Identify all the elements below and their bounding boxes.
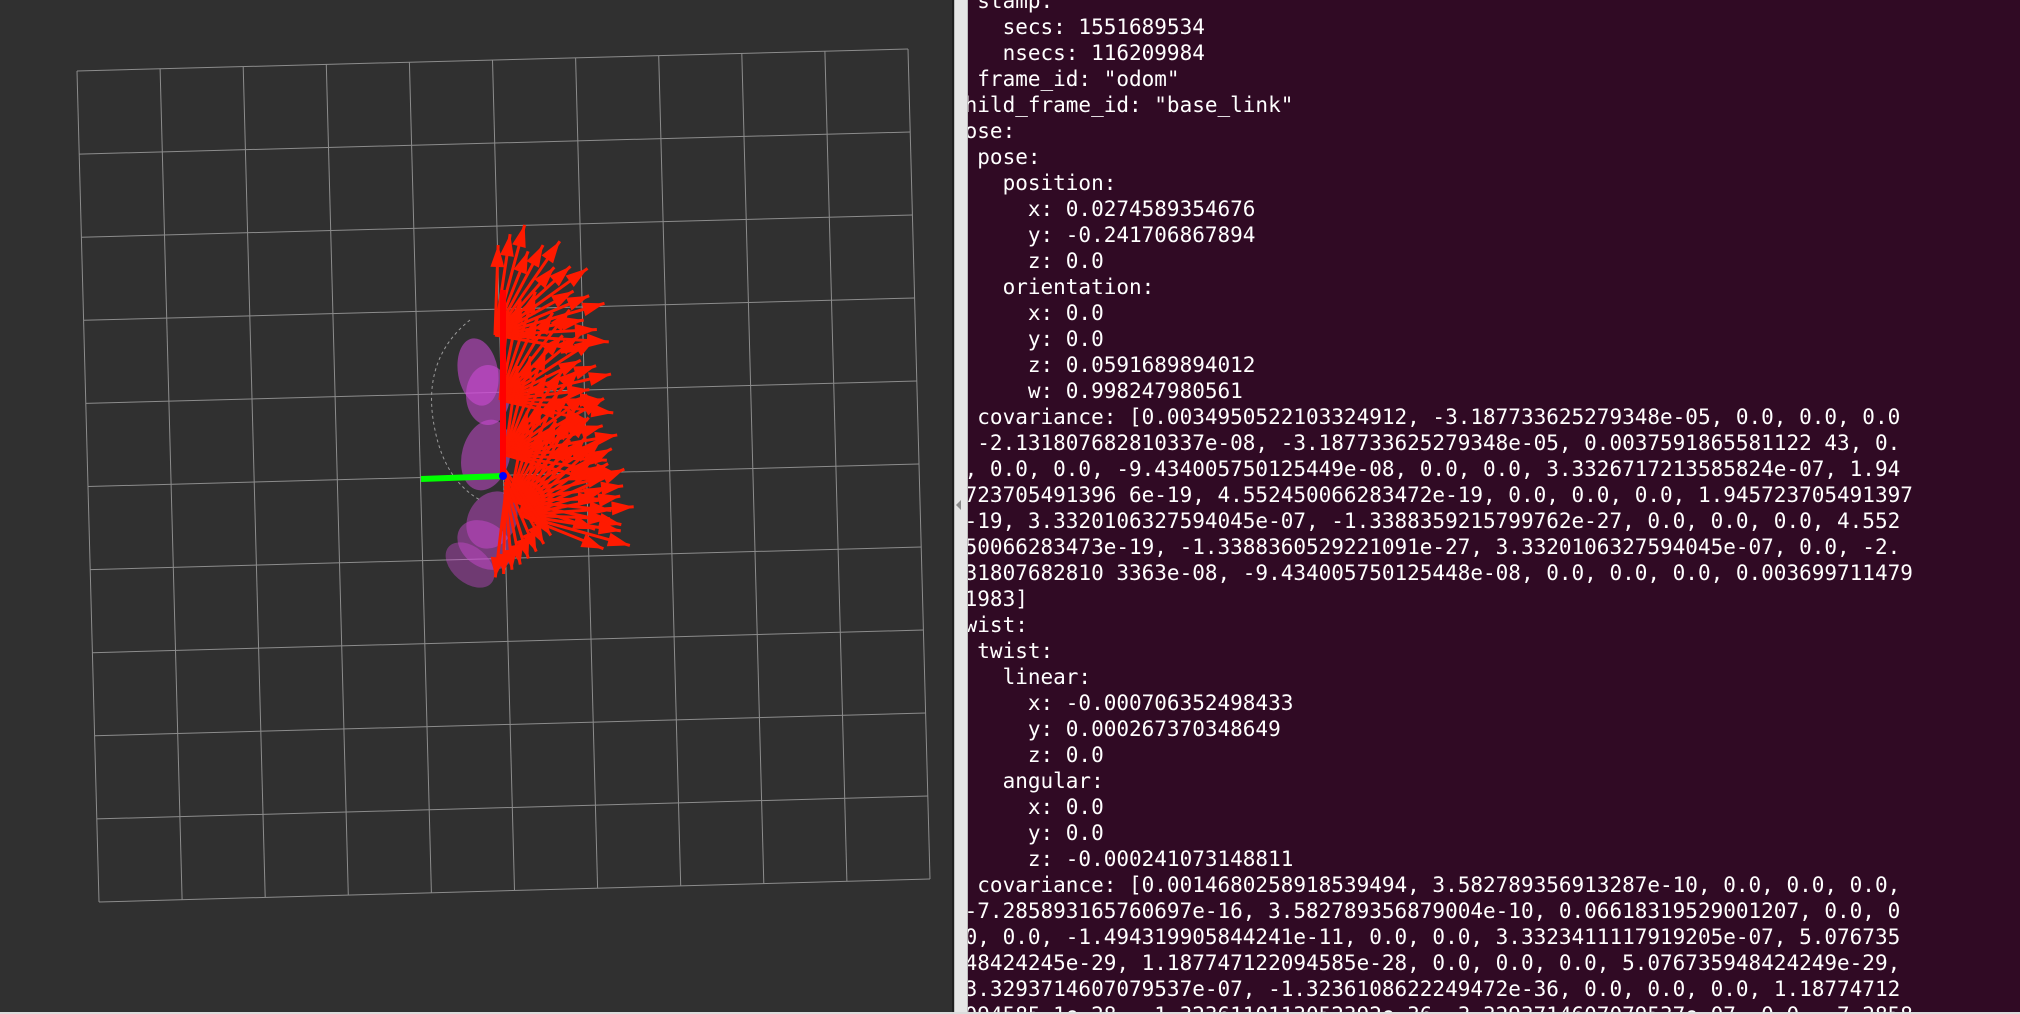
rviz-3d-viewport[interactable]: [0, 0, 954, 1014]
terminal-line: x: 0.0274589354676: [968, 197, 1256, 221]
terminal-line: 0, 0.0, 0.0, -9.434005750125449e-08, 0.0…: [968, 457, 1901, 481]
pose-arrow-head: [565, 268, 588, 287]
terminal-line: linear:: [1002, 665, 1092, 689]
terminal-line: position:: [968, 171, 1117, 195]
terminal-line: 3.3293714607079537e-07, -1.3236108622249…: [968, 977, 1901, 1001]
pane-splitter[interactable]: [954, 0, 968, 1014]
pose-arrow-head: [499, 234, 514, 257]
terminal-line: 41983]: [968, 587, 1028, 611]
terminal-line: 450066283473e-19, -1.3388360529221091e-2…: [968, 535, 1901, 559]
terminal-line: covariance: [0.0014680258918539494, 3.58…: [968, 873, 1901, 897]
terminal-line: z: -0.000241073148811: [968, 847, 1294, 871]
pose-arrow-head: [541, 241, 560, 264]
terminal-line: twist:: [977, 639, 1054, 663]
terminal-line: pose:: [977, 145, 1041, 169]
terminal-line: , -2.131807682810337e-08, -3.18773362527…: [968, 431, 1901, 455]
y-axis-line: [420, 473, 504, 482]
terminal-line: frame_id: "odom": [968, 67, 1180, 91]
pose-arrow-head: [526, 245, 544, 268]
terminal-line: x: 0.0: [1027, 301, 1104, 325]
terminal-line: angular:: [1002, 769, 1104, 793]
terminal-line: y: 0.0: [1027, 327, 1104, 351]
pose-arrow-head: [601, 469, 625, 485]
terminal-line: y: -0.241706867894: [968, 223, 1256, 247]
terminal-line: z: 0.0: [1027, 249, 1104, 273]
terminal-line: 131807682810 3363e-08, -9.43400575012544…: [968, 561, 1913, 585]
pose-arrow-head: [490, 245, 505, 268]
terminal-line: e-19, 3.3320106327594045e-07, -1.3388359…: [968, 509, 1901, 533]
terminal-line: y: 0.0: [1027, 821, 1104, 845]
pose-arrow-head: [581, 302, 605, 317]
terminal-line: 5723705491396 6e-19, 4.552450066283472e-…: [968, 483, 1913, 507]
terminal-line: z: 0.0: [1027, 743, 1104, 767]
pose-arrow-head: [512, 224, 526, 248]
terminal-line: y: 0.000267370348649: [968, 717, 1281, 741]
terminal-line: x: -0.000706352498433: [968, 691, 1294, 715]
pose-arrows: [490, 224, 634, 578]
terminal-line: stamp:: [977, 0, 1054, 13]
scene-canvas[interactable]: [0, 0, 954, 1014]
z-axis-dot: [499, 472, 507, 480]
terminal-line: twist:: [968, 613, 1028, 637]
pose-arrow-head: [606, 532, 630, 547]
pose-arrow-head: [588, 372, 612, 386]
terminal-line: covariance: [0.0034950522103324912, -3.1…: [968, 405, 1901, 429]
terminal-line: -7.285893165760697e-16, 3.58278935687900…: [968, 899, 1901, 923]
terminal-line: nsecs: 116209984: [968, 41, 1205, 65]
terminal-line: .0, 0.0, -1.494319905844241e-11, 0.0, 0.…: [968, 925, 1901, 949]
terminal-line: x: 0.0: [1027, 795, 1104, 819]
collapse-arrow-icon[interactable]: [956, 500, 961, 510]
terminal-line: w: 0.998247980561: [968, 379, 1243, 403]
terminal-line: 948424245e-29, 1.187747122094585e-28, 0.…: [968, 951, 1901, 975]
terminal-line: pose:: [968, 119, 1016, 143]
terminal-line: child_frame_id: "base_link": [968, 93, 1294, 117]
terminal-window[interactable]: stamp: secs: 1551689534 nsecs: 116209984…: [968, 0, 2020, 1014]
odometry-message-output: stamp: secs: 1551689534 nsecs: 116209984…: [968, 0, 2012, 1014]
terminal-line: secs: 1551689534: [968, 15, 1205, 39]
terminal-line: orientation:: [968, 275, 1155, 299]
terminal-line: z: 0.0591689894012: [968, 353, 1256, 377]
